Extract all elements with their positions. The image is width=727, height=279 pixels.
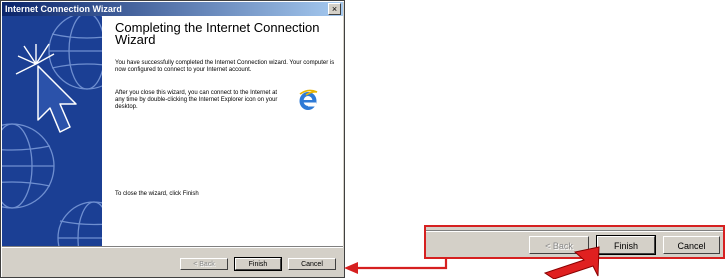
finish-instruction: To close the wizard, click Finish <box>115 191 199 197</box>
footer-divider <box>2 246 343 248</box>
globe-cursor-graphic-icon <box>2 16 102 246</box>
close-button[interactable]: × <box>328 3 341 15</box>
desktop-icon-instructions: After you close this wizard, you can con… <box>115 90 278 110</box>
zoomed-footer-divider <box>426 230 723 232</box>
window-title: Internet Connection Wizard <box>5 4 122 14</box>
wizard-side-graphic <box>2 16 102 246</box>
zoomed-cancel-button[interactable]: Cancel <box>663 236 720 254</box>
wizard-window: Internet Connection Wizard × Completing … <box>0 0 345 278</box>
cancel-button[interactable]: Cancel <box>288 258 336 270</box>
internet-explorer-icon <box>298 89 318 111</box>
zoomed-back-button[interactable]: < Back <box>529 236 589 254</box>
connector-arrowhead <box>344 262 358 274</box>
wizard-content: Completing the Internet Connection Wizar… <box>102 16 343 246</box>
zoomed-button-strip: < Back Finish Cancel <box>424 225 725 259</box>
connector-line <box>357 259 448 270</box>
title-bar: Internet Connection Wizard × <box>2 2 343 16</box>
completion-message: You have successfully completed the Inte… <box>115 60 335 73</box>
back-button[interactable]: < Back <box>180 258 228 270</box>
zoomed-finish-button[interactable]: Finish <box>596 235 656 255</box>
finish-button[interactable]: Finish <box>234 257 282 271</box>
page-title: Completing the Internet Connection Wizar… <box>115 20 320 47</box>
